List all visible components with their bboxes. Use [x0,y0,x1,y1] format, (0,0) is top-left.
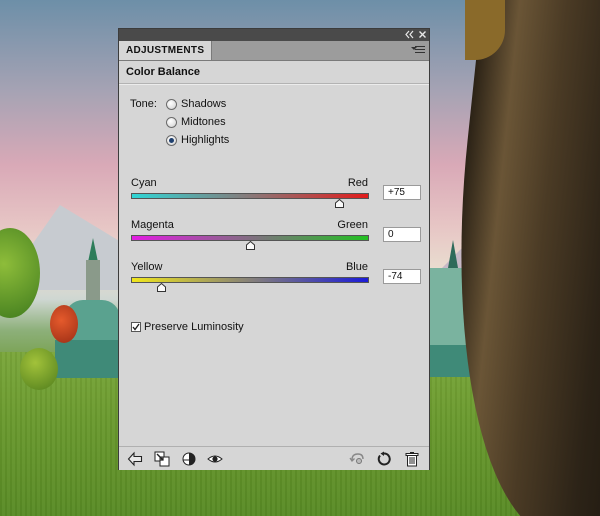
panel-tab-row: ADJUSTMENTS [119,41,429,61]
magenta-green-value-field[interactable]: 0 [383,227,421,242]
clip-to-layer-icon[interactable] [154,451,170,467]
back-arrow-icon[interactable] [127,451,143,467]
slider-label-yellow: Yellow [131,261,163,273]
cyan-red-value-field[interactable]: +75 [383,185,421,200]
tone-option-highlights[interactable]: Highlights [166,133,229,147]
reset-icon[interactable] [376,451,392,467]
radio-midtones[interactable] [166,116,177,128]
tone-option-label: Shadows [181,98,227,110]
preserve-luminosity-option[interactable]: Preserve Luminosity [131,321,244,333]
preserve-luminosity-checkbox[interactable] [131,322,141,332]
slider-label-cyan: Cyan [131,177,157,189]
slider-label-red: Red [347,177,368,189]
cyan-red-slider-thumb[interactable] [335,199,344,208]
checkmark-icon [132,323,140,331]
panel-menu-icon[interactable] [411,44,425,56]
tone-option-label: Highlights [181,134,230,146]
trash-icon[interactable] [404,451,420,467]
double-chevron-left-icon[interactable] [405,30,414,39]
slider-label-green: Green [337,219,368,231]
eye-icon[interactable] [207,451,223,467]
header-divider [119,83,429,85]
view-previous-state-icon[interactable] [349,451,365,467]
yellow-blue-value-field[interactable]: -74 [383,269,421,284]
spire-right-short [448,240,458,268]
panel-bottom-toolbar [119,446,429,470]
radio-highlights[interactable] [166,134,177,146]
tab-adjustments[interactable]: ADJUSTMENTS [119,41,213,60]
cyan-red-slider-track[interactable] [131,193,369,199]
slider-label-magenta: Magenta [131,219,174,231]
tone-label: Tone: [130,98,157,110]
tone-option-midtones[interactable]: Midtones [166,115,226,129]
bush-left [20,348,58,390]
panel-titlebar[interactable] [119,29,429,41]
adjustment-title: Color Balance [126,66,200,78]
adjustments-panel: ADJUSTMENTS Color Balance Tone: Shadows … [118,28,430,470]
magenta-green-slider-thumb[interactable] [246,241,255,250]
layer-visibility-circle-icon[interactable] [181,451,197,467]
yellow-blue-slider-thumb[interactable] [157,283,166,292]
spire-left [88,238,98,262]
radio-shadows[interactable] [166,98,177,110]
red-tree-left [50,305,78,343]
wall-left [55,340,120,378]
tone-option-shadows[interactable]: Shadows [166,97,226,111]
preserve-luminosity-label: Preserve Luminosity [144,321,244,333]
yellow-blue-slider-track[interactable] [131,277,369,283]
close-icon[interactable] [418,30,427,39]
tone-option-label: Midtones [181,116,226,128]
slider-label-blue: Blue [345,261,368,273]
